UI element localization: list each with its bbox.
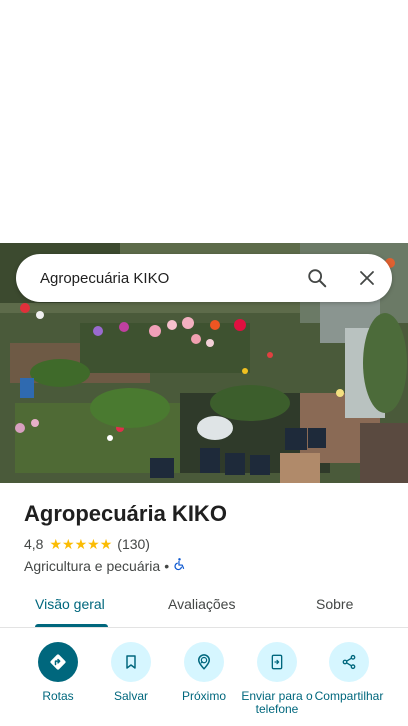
tab-overview[interactable]: Visão geral: [35, 596, 105, 612]
map-blank-area: [0, 0, 408, 243]
directions-label: Rotas: [42, 689, 74, 703]
search-query[interactable]: Agropecuária KIKO: [16, 270, 292, 287]
place-category: Agricultura e pecuária: [24, 557, 161, 574]
action-bar: Rotas Salvar Próximo Enviar para o telef…: [0, 640, 408, 726]
review-count: (130): [117, 536, 150, 552]
send-to-phone-icon: [257, 642, 297, 682]
send-to-phone-label: Enviar para o telefone: [241, 689, 313, 716]
rating-value: 4,8: [24, 536, 44, 552]
active-tab-indicator: [35, 624, 108, 627]
share-label: Compartilhar: [314, 689, 384, 703]
bookmark-icon: [111, 642, 151, 682]
star-icon: ★: [62, 536, 75, 552]
search-bar[interactable]: Agropecuária KIKO: [16, 254, 392, 302]
close-icon[interactable]: [342, 254, 392, 302]
nearby-button[interactable]: Próximo: [164, 642, 244, 703]
tab-bar: Visão geral Avaliações Sobre: [0, 588, 408, 628]
search-icon[interactable]: [292, 254, 342, 302]
star-icon: ★: [87, 536, 100, 552]
save-label: Salvar: [113, 689, 148, 703]
star-icon: ★: [74, 536, 88, 552]
place-title: Agropecuária KIKO: [24, 501, 227, 526]
send-to-phone-button[interactable]: Enviar para o telefone: [237, 642, 317, 716]
directions-button[interactable]: Rotas: [18, 642, 98, 703]
category-row: Agricultura e pecuária •: [24, 557, 186, 574]
rating-stars: ★ ★ ★ ★ ★: [49, 537, 112, 551]
tab-reviews[interactable]: Avaliações: [168, 596, 235, 612]
share-button[interactable]: Compartilhar: [309, 642, 389, 703]
tab-about[interactable]: Sobre: [316, 596, 353, 612]
wheelchair-icon: [173, 557, 186, 574]
share-icon: [329, 642, 369, 682]
star-icon: ★: [49, 536, 63, 552]
rating-row[interactable]: 4,8 ★ ★ ★ ★ ★ (130): [24, 536, 150, 552]
nearby-label: Próximo: [181, 689, 226, 703]
nearby-icon: [184, 642, 224, 682]
save-button[interactable]: Salvar: [91, 642, 171, 703]
directions-icon: [38, 642, 78, 682]
star-icon: ★: [99, 536, 113, 552]
separator: •: [164, 557, 170, 574]
